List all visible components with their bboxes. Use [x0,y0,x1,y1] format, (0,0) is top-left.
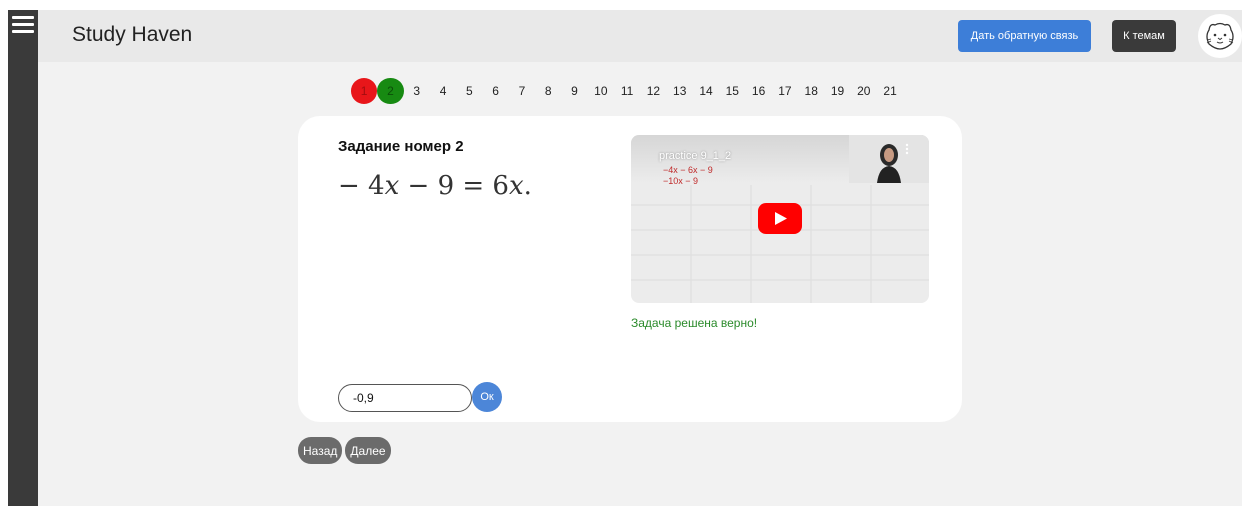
next-button[interactable]: Далее [345,437,391,464]
page-14[interactable]: 14 [693,78,719,104]
page-20[interactable]: 20 [851,78,877,104]
result-message: Задача решена верно! [631,316,758,330]
equation-variable: x [508,171,524,201]
handwriting-line: −4x − 6x − 9 [663,165,713,175]
page-17[interactable]: 17 [772,78,798,104]
page-1-incorrect[interactable]: 1 [351,78,378,104]
page-10[interactable]: 10 [588,78,614,104]
equation-part: − 4 [338,171,385,201]
page-12[interactable]: 12 [640,78,666,104]
youtube-play-icon[interactable] [758,203,802,234]
video-player[interactable]: practice 9_1_2 −4x − 6x − 9 −10x − 9 [631,135,929,303]
back-button[interactable]: Назад [298,437,343,464]
page-8[interactable]: 8 [535,78,561,104]
page-21[interactable]: 21 [877,78,903,104]
page-11[interactable]: 11 [614,78,640,104]
equation-variable: x [384,171,400,201]
video-handwriting: −4x − 6x − 9 −10x − 9 [663,165,713,187]
sidebar [8,10,38,506]
page-3[interactable]: 3 [404,78,430,104]
app-frame: Study Haven Дать обратную связь К темам … [8,10,1242,506]
page-16[interactable]: 16 [745,78,771,104]
page-6[interactable]: 6 [482,78,508,104]
page-9[interactable]: 9 [561,78,587,104]
task-equation: − 4x − 9 = 6x. [338,171,532,201]
page-4[interactable]: 4 [430,78,456,104]
app-title: Study Haven [72,23,193,46]
ok-button[interactable]: Ок [472,382,502,412]
equation-part: − 9 = 6 [399,171,509,201]
page-19[interactable]: 19 [824,78,850,104]
task-pager: 1 2 3 4 5 6 7 8 9 10 11 12 13 14 15 16 1… [351,78,903,104]
video-title: practice 9_1_2 [659,150,732,162]
task-card: Задание номер 2 − 4x − 9 = 6x. practice … [298,116,962,422]
answer-input[interactable] [338,384,472,412]
hamburger-menu-icon[interactable] [12,16,34,34]
page-7[interactable]: 7 [509,78,535,104]
avatar[interactable] [1198,14,1242,58]
hamster-face-icon [1206,22,1234,50]
page-15[interactable]: 15 [719,78,745,104]
header: Study Haven Дать обратную связь К темам [38,10,1242,62]
task-title: Задание номер 2 [338,138,464,155]
page-5[interactable]: 5 [456,78,482,104]
page-13[interactable]: 13 [667,78,693,104]
feedback-button[interactable]: Дать обратную связь [958,20,1091,52]
presenter-thumbnail [849,135,929,183]
task-navigation: Назад Далее [298,437,391,464]
handwriting-line: −10x − 9 [663,176,699,186]
page-18[interactable]: 18 [798,78,824,104]
equation-part: . [523,171,532,201]
page-2-correct[interactable]: 2 [377,78,404,104]
topics-button[interactable]: К темам [1112,20,1176,52]
